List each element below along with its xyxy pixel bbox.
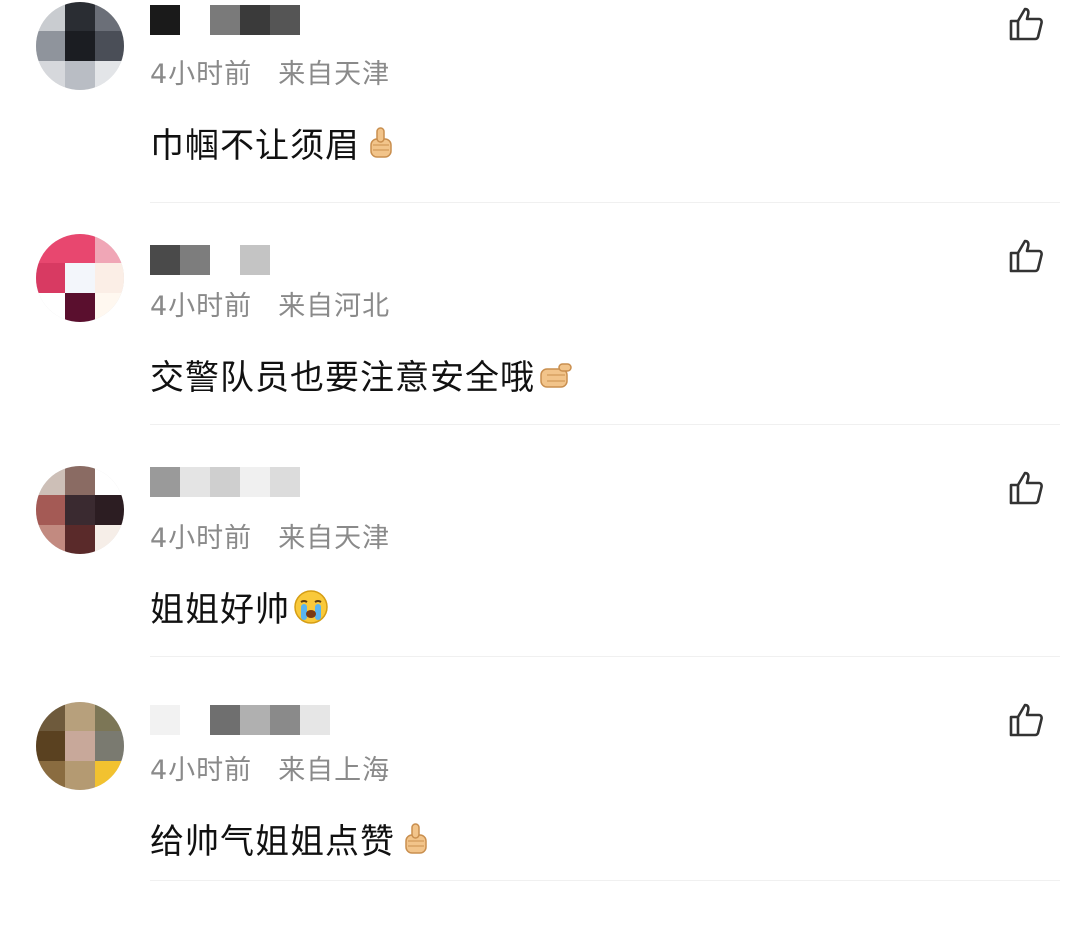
comment-location: 来自河北 (278, 291, 391, 322)
divider (150, 424, 1060, 425)
divider (150, 202, 1060, 203)
avatar[interactable] (36, 2, 124, 90)
comment-text: 巾帼不让须眉 (150, 126, 360, 166)
comment-location: 来自天津 (278, 523, 391, 554)
comment-meta: 4小时前 来自上海 (150, 748, 390, 787)
comment-text: 交警队员也要注意安全哦 (150, 358, 535, 398)
username-redacted[interactable] (150, 242, 300, 278)
like-icon[interactable] (1006, 700, 1046, 740)
thumbs-up-icon (405, 822, 427, 854)
comment-location: 来自上海 (278, 755, 391, 786)
comment-text-row: 给帅气姐姐点赞 (150, 814, 435, 863)
comment-meta: 4小时前 来自天津 (150, 516, 390, 555)
avatar[interactable] (36, 702, 124, 790)
divider (150, 880, 1060, 881)
username-redacted[interactable] (150, 702, 330, 738)
username-redacted[interactable] (150, 2, 300, 38)
comment-item: 4小时前 来自河北 交警队员也要注意安全哦 (0, 232, 1080, 464)
comment-time: 4小时前 (150, 523, 253, 554)
thumbs-up-icon (370, 126, 392, 158)
comment-meta: 4小时前 来自天津 (150, 52, 390, 91)
like-icon[interactable] (1006, 4, 1046, 44)
comment-text-row: 巾帼不让须眉 (150, 118, 400, 167)
avatar[interactable] (36, 234, 124, 322)
comment-item: 4小时前 来自天津 巾帼不让须眉 (0, 0, 1080, 232)
comment-time: 4小时前 (150, 59, 253, 90)
like-icon[interactable] (1006, 468, 1046, 508)
comment-text-row: 姐姐好帅 (150, 582, 330, 631)
avatar[interactable] (36, 466, 124, 554)
comment-item: 4小时前 来自天津 姐姐好帅 (0, 464, 1080, 696)
comment-time: 4小时前 (150, 291, 253, 322)
comment-location: 来自天津 (278, 59, 391, 90)
comment-text-row: 交警队员也要注意安全哦 (150, 350, 575, 399)
comment-text: 给帅气姐姐点赞 (150, 822, 395, 862)
username-redacted[interactable] (150, 464, 300, 500)
thumbs-up-sideways-icon (540, 362, 572, 388)
comment-time: 4小时前 (150, 755, 253, 786)
comment-meta: 4小时前 来自河北 (150, 284, 390, 323)
crying-face-icon (294, 589, 328, 624)
comment-item: 4小时前 来自上海 给帅气姐姐点赞 (0, 696, 1080, 928)
divider (150, 656, 1060, 657)
like-icon[interactable] (1006, 236, 1046, 276)
comment-text: 姐姐好帅 (150, 590, 290, 630)
